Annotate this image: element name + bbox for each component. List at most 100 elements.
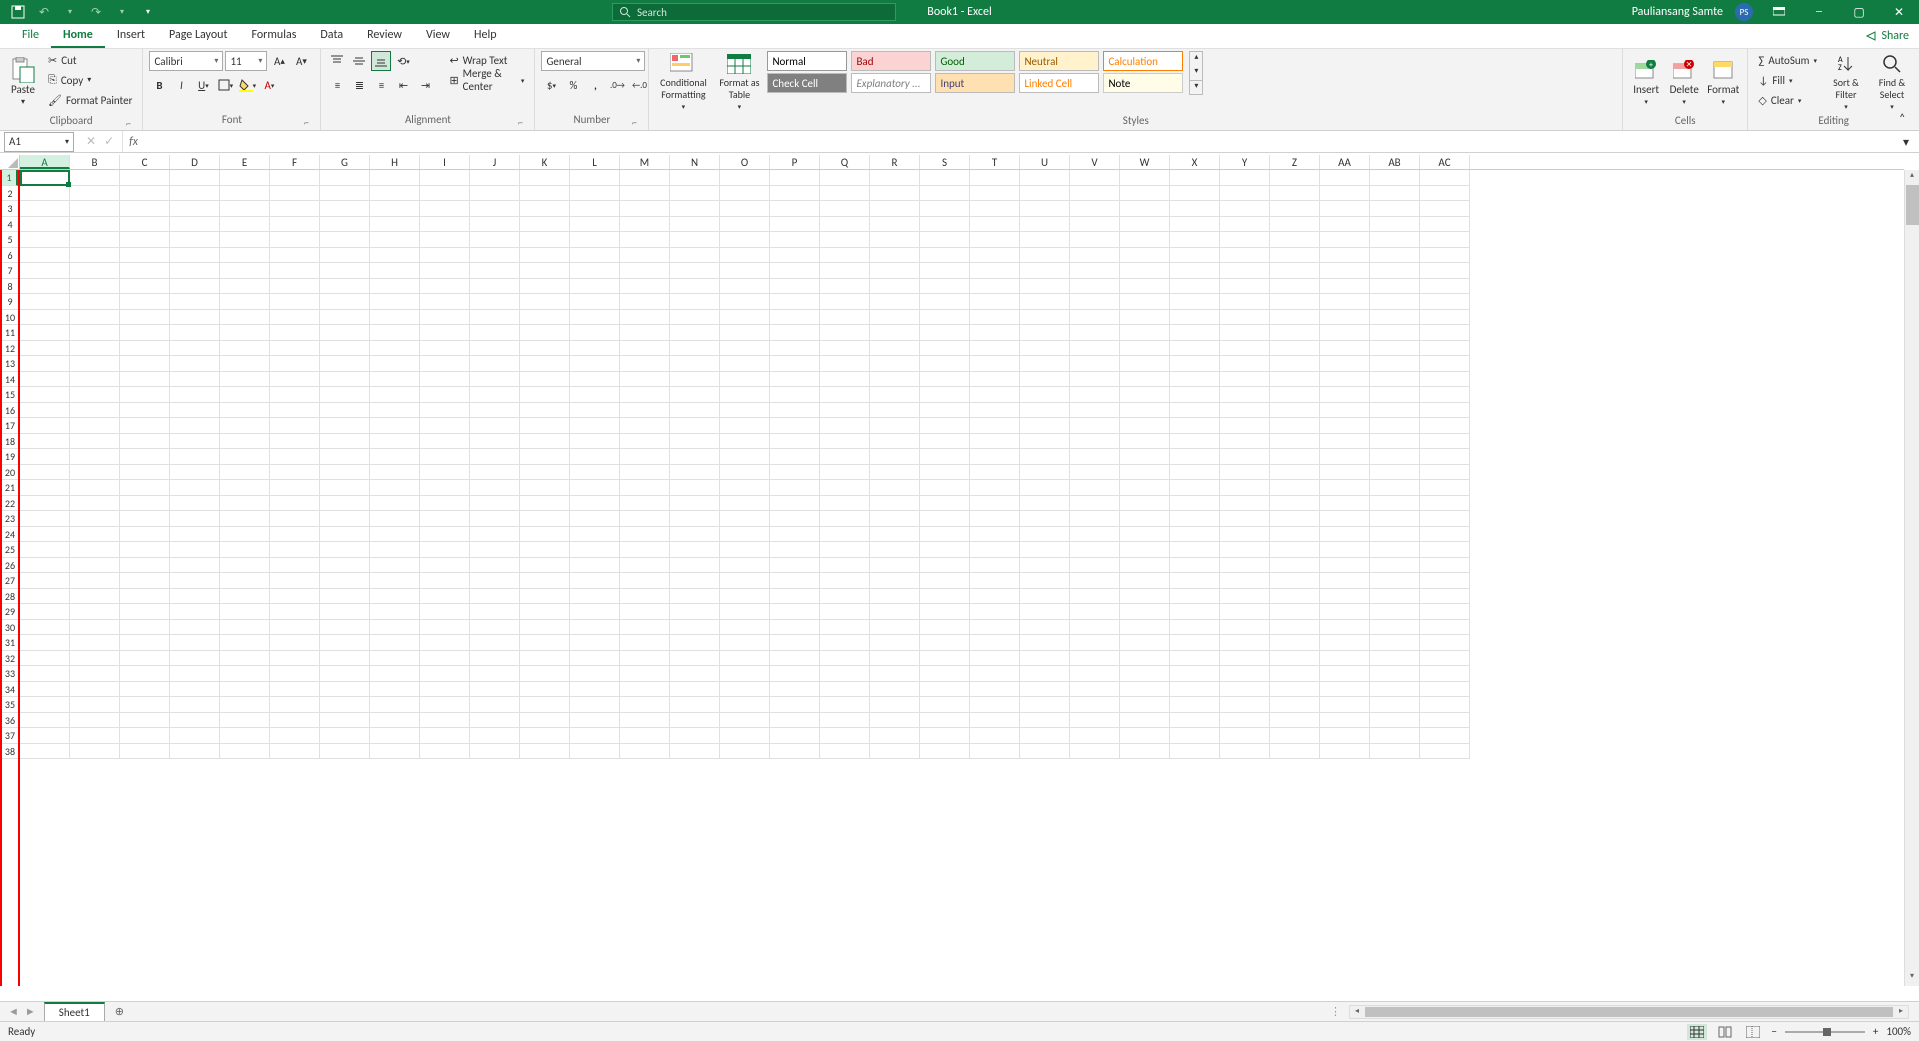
cell[interactable] <box>20 635 70 651</box>
cell[interactable] <box>1120 418 1170 434</box>
cell[interactable] <box>1320 356 1370 372</box>
cell[interactable] <box>820 635 870 651</box>
cell[interactable] <box>270 263 320 279</box>
cell[interactable] <box>1320 263 1370 279</box>
cell[interactable] <box>20 356 70 372</box>
cell[interactable] <box>70 744 120 760</box>
collapse-ribbon-icon[interactable]: ˄ <box>1899 112 1915 128</box>
cell[interactable] <box>720 387 770 403</box>
cell[interactable] <box>770 651 820 667</box>
cell[interactable] <box>920 651 970 667</box>
cell[interactable] <box>720 201 770 217</box>
tab-data[interactable]: Data <box>308 24 355 48</box>
cell[interactable] <box>870 728 920 744</box>
cell[interactable] <box>670 697 720 713</box>
cell[interactable] <box>120 666 170 682</box>
cell[interactable] <box>1070 341 1120 357</box>
cell[interactable] <box>170 496 220 512</box>
cell[interactable] <box>970 201 1020 217</box>
cell[interactable] <box>1320 666 1370 682</box>
cell[interactable] <box>1020 310 1070 326</box>
cell[interactable] <box>270 465 320 481</box>
number-format-combo[interactable]: General▾ <box>541 51 645 71</box>
cell[interactable] <box>170 341 220 357</box>
cell[interactable] <box>20 449 70 465</box>
cell[interactable] <box>270 480 320 496</box>
cell[interactable] <box>570 542 620 558</box>
cell[interactable] <box>70 713 120 729</box>
cell[interactable] <box>370 682 420 698</box>
column-header[interactable]: D <box>170 155 220 169</box>
row-header[interactable]: 9 <box>2 294 18 310</box>
cell[interactable] <box>1020 434 1070 450</box>
cell[interactable] <box>1070 201 1120 217</box>
cell[interactable] <box>970 496 1020 512</box>
cell[interactable] <box>1020 480 1070 496</box>
cell[interactable] <box>870 418 920 434</box>
cell[interactable] <box>620 310 670 326</box>
cell[interactable] <box>420 217 470 233</box>
cell[interactable] <box>420 744 470 760</box>
cell[interactable] <box>1320 651 1370 667</box>
cell[interactable] <box>870 387 920 403</box>
scroll-thumb[interactable] <box>1906 185 1919 225</box>
cell[interactable] <box>170 403 220 419</box>
cell[interactable] <box>820 325 870 341</box>
cell[interactable] <box>1020 232 1070 248</box>
cell[interactable] <box>370 589 420 605</box>
cell[interactable] <box>170 325 220 341</box>
cell[interactable] <box>1370 589 1420 605</box>
cell[interactable] <box>20 170 70 186</box>
cell[interactable] <box>470 418 520 434</box>
cell[interactable] <box>920 186 970 202</box>
cell[interactable] <box>470 325 520 341</box>
cell[interactable] <box>620 356 670 372</box>
cell[interactable] <box>420 418 470 434</box>
cell[interactable] <box>1070 511 1120 527</box>
cell[interactable] <box>120 248 170 264</box>
search-box[interactable]: Search <box>612 3 896 21</box>
cell[interactable] <box>520 372 570 388</box>
cell[interactable] <box>870 651 920 667</box>
cell[interactable] <box>1320 620 1370 636</box>
cell[interactable] <box>220 496 270 512</box>
cell[interactable] <box>220 713 270 729</box>
cell[interactable] <box>120 728 170 744</box>
cell[interactable] <box>170 713 220 729</box>
cell[interactable] <box>320 310 370 326</box>
cell[interactable] <box>570 372 620 388</box>
cell[interactable] <box>220 248 270 264</box>
cell[interactable] <box>470 744 520 760</box>
cell[interactable] <box>1120 465 1170 481</box>
cell[interactable] <box>570 713 620 729</box>
cell[interactable] <box>620 635 670 651</box>
dialog-launcher-icon[interactable]: ⌐ <box>122 116 134 128</box>
cell[interactable] <box>1220 434 1270 450</box>
cell[interactable] <box>70 201 120 217</box>
cell[interactable] <box>570 480 620 496</box>
insert-button[interactable]: +Insert▾ <box>1629 51 1663 113</box>
cell[interactable] <box>70 682 120 698</box>
cell[interactable] <box>1020 589 1070 605</box>
cell[interactable] <box>1420 635 1470 651</box>
cell[interactable] <box>1370 387 1420 403</box>
cell[interactable] <box>470 217 520 233</box>
cell[interactable] <box>1170 465 1220 481</box>
cell[interactable] <box>870 573 920 589</box>
cell[interactable] <box>220 217 270 233</box>
cell[interactable] <box>520 170 570 186</box>
cell[interactable] <box>1070 527 1120 543</box>
cell[interactable] <box>420 527 470 543</box>
cell[interactable] <box>470 682 520 698</box>
page-break-view-button[interactable] <box>1743 1024 1763 1040</box>
cell[interactable] <box>1370 682 1420 698</box>
cell[interactable] <box>1170 744 1220 760</box>
cell[interactable] <box>1320 465 1370 481</box>
cell[interactable] <box>670 558 720 574</box>
cell[interactable] <box>220 744 270 760</box>
cell[interactable] <box>1070 387 1120 403</box>
cell[interactable] <box>270 511 320 527</box>
cell[interactable] <box>570 263 620 279</box>
cell[interactable] <box>820 666 870 682</box>
cell[interactable] <box>1020 604 1070 620</box>
